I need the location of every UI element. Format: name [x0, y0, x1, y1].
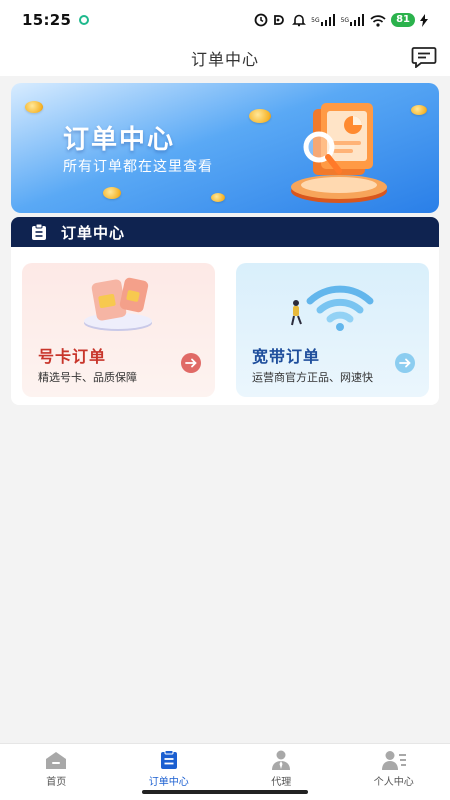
status-time: 15:25 [22, 11, 72, 29]
signal-2-icon: 5G [341, 14, 365, 26]
battery-level: 81 [391, 13, 415, 27]
bell-icon [292, 13, 307, 27]
tab-label: 个人中心 [373, 777, 414, 788]
tab-label: 首页 [46, 777, 67, 788]
alarm-icon [254, 13, 268, 27]
card-description: 精选号卡、品质保障 [38, 371, 137, 384]
wifi-icon [370, 14, 386, 27]
tab-label: 代理 [271, 777, 292, 788]
tab-label: 订单中心 [148, 777, 189, 788]
section-title: 订单中心 [61, 223, 126, 242]
card-title: 宽带订单 [252, 347, 321, 366]
card-description: 运营商官方正品、网速快 [252, 371, 373, 384]
home-indicator[interactable] [142, 790, 308, 794]
order-icon [160, 750, 177, 769]
sim-card-illustration [84, 277, 152, 331]
app-header: 订单中心 [0, 40, 450, 76]
status-left: 15:25 [22, 11, 90, 29]
section-header: 订单中心 [11, 217, 439, 247]
banner-title: 订单中心 [63, 125, 176, 155]
wifi-illustration [291, 285, 374, 331]
coin-decoration [103, 187, 121, 199]
banner-subtitle: 所有订单都在这里查看 [63, 159, 213, 175]
page-title: 订单中心 [190, 50, 259, 69]
coin-decoration [249, 109, 271, 123]
sim-card-orders-card[interactable]: 号卡订单 精选号卡、品质保障 [22, 263, 215, 397]
order-center-banner: 订单中心 所有订单都在这里查看 [11, 83, 439, 213]
card-title: 号卡订单 [38, 347, 107, 366]
charging-icon [420, 13, 428, 27]
app-indicator-icon [79, 15, 90, 25]
agent-icon [272, 750, 291, 770]
status-right: 5G 5G 81 [254, 13, 428, 27]
profile-icon [381, 751, 406, 770]
clipboard-icon [32, 223, 46, 240]
signal-1-icon: 5G [311, 14, 335, 26]
arrow-right-button[interactable] [181, 353, 201, 373]
order-document-illustration [291, 103, 387, 203]
home-icon [46, 752, 67, 769]
network-label-1: 5G [311, 16, 320, 24]
tab-home[interactable]: 首页 [0, 744, 113, 800]
status-bar: 15:25 5G 5G 81 [0, 0, 450, 40]
message-icon [411, 47, 437, 68]
message-button[interactable] [410, 44, 438, 70]
tab-profile[interactable]: 个人中心 [338, 744, 450, 800]
nfc-icon [273, 13, 287, 27]
coin-decoration [25, 101, 43, 113]
order-cards-panel: 号卡订单 精选号卡、品质保障 宽带订单 运营商官方正品、网速快 [11, 247, 439, 405]
network-label-2: 5G [340, 16, 350, 24]
arrow-right-icon [399, 358, 411, 368]
coin-decoration [211, 193, 225, 202]
arrow-right-button[interactable] [395, 353, 415, 373]
coin-decoration [411, 105, 427, 115]
arrow-right-icon [185, 358, 197, 368]
broadband-orders-card[interactable]: 宽带订单 运营商官方正品、网速快 [236, 263, 429, 397]
